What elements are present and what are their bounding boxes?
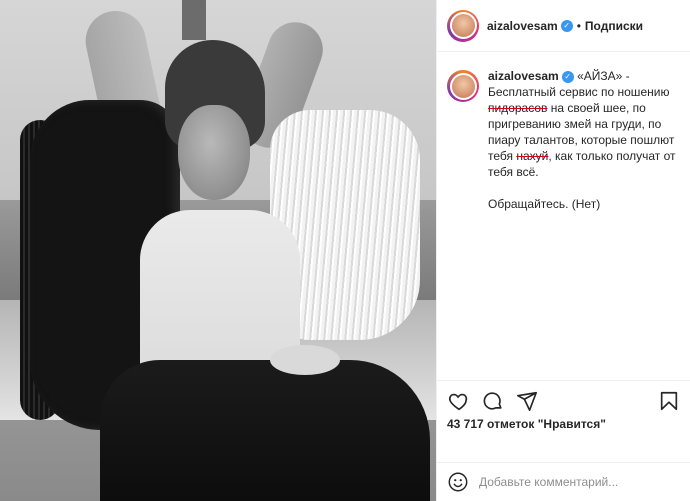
post-header: aizalovesam ✓ • Подписки — [437, 0, 690, 52]
verified-badge-icon: ✓ — [560, 19, 573, 32]
follow-button[interactable]: Подписки — [585, 19, 643, 33]
likes-count[interactable]: 43 717 отметок "Нравится" — [447, 417, 681, 431]
photo-face — [178, 105, 250, 200]
share-icon[interactable] — [515, 389, 539, 413]
avatar-image — [449, 12, 477, 39]
author-avatar[interactable] — [447, 9, 479, 42]
post-caption: aizalovesam ✓ «АЙЗА» - Бесплатный сервис … — [447, 68, 683, 212]
caption-body: aizalovesam ✓ «АЙЗА» - Бесплатный сервис … — [488, 68, 683, 212]
caption-paragraph-2: Обращайтесь. (Нет) — [488, 197, 601, 211]
comment-input[interactable] — [479, 475, 679, 489]
comment-icon[interactable] — [481, 389, 505, 413]
author-username[interactable]: aizalovesam — [487, 19, 558, 33]
caption-avatar[interactable] — [447, 70, 479, 102]
instagram-post: aizalovesam ✓ • Подписки aizalovesam ✓ «А… — [0, 0, 690, 501]
emoji-icon[interactable] — [447, 471, 469, 493]
photo-pants-rip — [270, 345, 340, 375]
comment-bar — [437, 462, 690, 501]
avatar-image — [449, 72, 477, 100]
post-photo[interactable] — [0, 0, 436, 501]
header-separator: • — [576, 18, 581, 33]
post-side-panel: aizalovesam ✓ • Подписки aizalovesam ✓ «А… — [436, 0, 690, 501]
verified-badge-icon: ✓ — [561, 70, 574, 83]
post-actions: 43 717 отметок "Нравится" — [437, 380, 690, 431]
action-row — [447, 389, 681, 413]
bookmark-icon[interactable] — [657, 389, 681, 413]
caption-struck-word-1: пидорасов — [488, 101, 548, 115]
heart-icon[interactable] — [447, 389, 471, 413]
caption-struck-word-2: нахуй — [516, 149, 549, 163]
caption-paragraph-1: aizalovesam ✓ «АЙЗА» - Бесплатный сервис … — [488, 68, 683, 180]
caption-username[interactable]: aizalovesam — [488, 69, 559, 83]
photo-pants — [100, 360, 430, 501]
photo-post-bar — [182, 0, 206, 40]
